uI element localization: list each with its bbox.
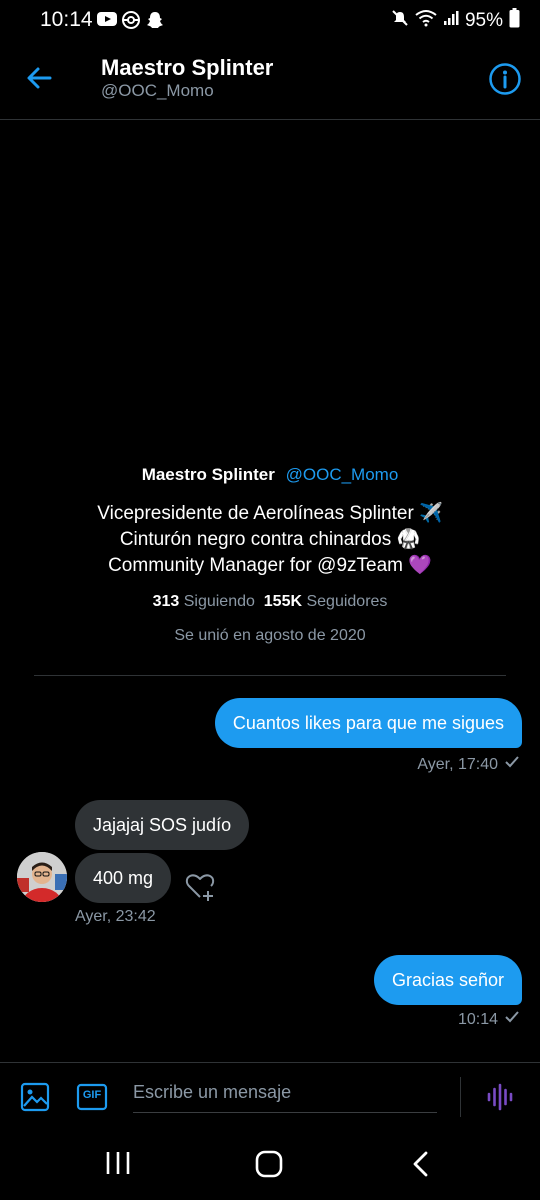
youtube-icon [96, 10, 118, 33]
bio-line: Cinturón negro contra chinardos 🥋 [119, 529, 421, 550]
message-meta: 10:14 [458, 1010, 520, 1029]
snapchat-icon [145, 10, 165, 35]
gif-icon[interactable]: GIF [76, 1082, 108, 1117]
message-bubble-sent[interactable]: Cuantos likes para que me sigues [214, 698, 522, 748]
message-composer: GIF [0, 1062, 540, 1132]
message-timestamp: Ayer, 23:42 [75, 908, 156, 925]
divider [34, 675, 506, 676]
mute-icon [391, 9, 409, 33]
wifi-icon [415, 9, 437, 33]
status-time: 10:14 [40, 8, 93, 31]
back-icon[interactable] [410, 1150, 432, 1183]
system-navigation-bar [0, 1132, 540, 1200]
read-check-icon [504, 755, 520, 774]
pokemon-go-icon [121, 10, 141, 35]
profile-bio: Vicepresidente de Aerolíneas Splinter ✈️… [0, 501, 540, 579]
message-bubble-received[interactable]: 400 mg [75, 853, 172, 903]
profile-card[interactable]: Maestro Splinter @OOC_Momo Vicepresident… [0, 465, 540, 645]
header-title: Maestro Splinter [101, 55, 274, 80]
status-indicators: 95% [391, 8, 520, 34]
battery-percent: 95% [464, 10, 503, 31]
bio-line: Community Manager for @9zTeam 💜 [108, 555, 432, 576]
followers-count: 155K [263, 593, 303, 610]
message-bubble-sent[interactable]: Gracias señor [373, 955, 522, 1005]
gif-label: GIF [82, 1089, 102, 1101]
message-timestamp: 10:14 [457, 1010, 498, 1028]
signal-icon [443, 10, 459, 32]
read-check-icon [504, 1010, 520, 1029]
follow-counts: 313 Siguiendo 155K Seguidores [0, 593, 540, 611]
status-bar: 10:14 95% [0, 0, 540, 40]
image-icon[interactable] [20, 1082, 50, 1117]
recent-apps-icon[interactable] [105, 1150, 131, 1181]
profile-name: Maestro Splinter [141, 465, 275, 484]
conversation-header: Maestro Splinter @OOC_Momo [0, 40, 540, 120]
message-meta: Ayer, 17:40 [417, 755, 520, 774]
header-handle: @OOC_Momo [101, 81, 214, 100]
message-input[interactable] [133, 1073, 437, 1113]
message-meta: Ayer, 23:42 [75, 908, 156, 926]
message-bubble-received[interactable]: Jajajaj SOS judío [75, 800, 250, 850]
back-arrow-icon[interactable] [24, 62, 56, 94]
info-icon[interactable] [488, 62, 522, 96]
followers-label: Seguidores [306, 593, 388, 610]
divider [460, 1077, 461, 1117]
bio-line: Vicepresidente de Aerolíneas Splinter ✈️ [97, 503, 443, 524]
following-label: Siguiendo [183, 593, 255, 610]
battery-icon [509, 8, 520, 34]
avatar[interactable] [17, 852, 67, 902]
message-timestamp: Ayer, 17:40 [417, 755, 498, 773]
profile-name-row: Maestro Splinter @OOC_Momo [0, 465, 540, 485]
heart-add-icon[interactable] [183, 870, 217, 904]
home-icon[interactable] [255, 1150, 283, 1183]
profile-handle[interactable]: @OOC_Momo [286, 465, 399, 484]
following-count: 313 [152, 593, 180, 610]
voice-message-icon[interactable] [486, 1083, 514, 1116]
joined-date: Se unió en agosto de 2020 [174, 627, 366, 644]
